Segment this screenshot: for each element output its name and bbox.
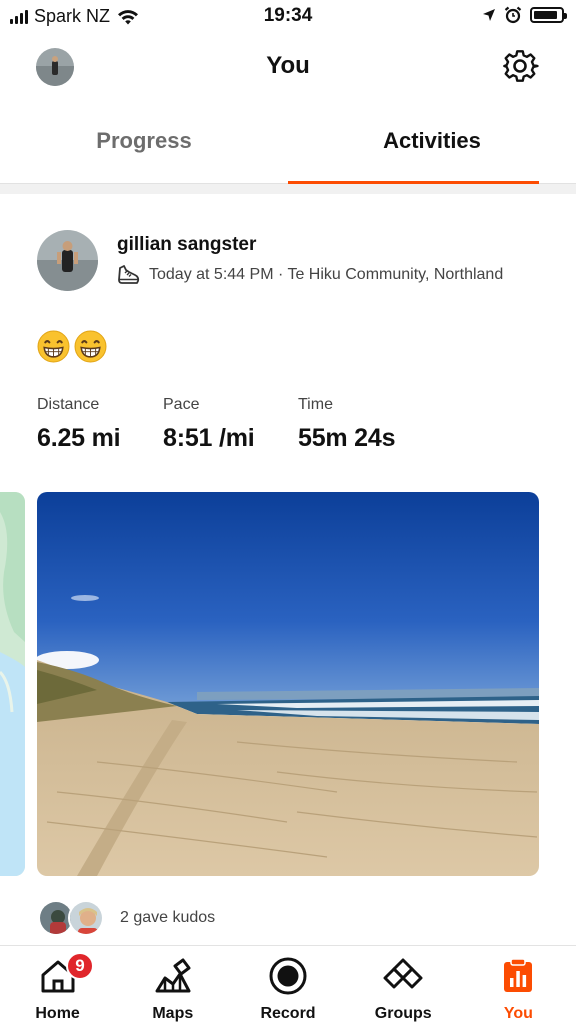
kudos-row[interactable]: 2 gave kudos [38, 900, 215, 936]
nav-home[interactable]: 9 Home [0, 946, 115, 1024]
stat-distance: Distance 6.25 mi [37, 396, 125, 453]
stat-label: Time [298, 396, 333, 413]
settings-button[interactable] [500, 46, 540, 86]
map-icon [155, 958, 191, 993]
tab-progress[interactable]: Progress [0, 108, 288, 183]
activity-description: 😁😁 [37, 330, 107, 363]
nav-home-label: Home [35, 1005, 80, 1022]
bottom-navigation: 9 Home Maps Record Groups You [0, 945, 576, 1024]
nav-groups-label: Groups [374, 1005, 432, 1022]
activity-meta-text: Today at 5:44 PM · Te Hiku Community, No… [149, 266, 504, 283]
stat-time: Time 55m 24s [298, 396, 395, 453]
kudos-count: 2 gave kudos [120, 909, 216, 926]
activity-meta: Today at 5:44 PM · Te Hiku Community, No… [117, 264, 503, 286]
status-right [482, 6, 567, 24]
stat-value: 55m 24s [298, 424, 396, 452]
record-icon [269, 957, 307, 995]
stat-value: 6.25 mi [37, 424, 121, 452]
battery-fill [534, 11, 558, 19]
athlete-avatar[interactable] [37, 230, 98, 291]
activity-map-thumbnail[interactable] [0, 492, 25, 876]
activity-stats: Distance 6.25 mi Pace 8:51 /mi Time 55m … [37, 396, 433, 453]
alarm-icon [504, 6, 522, 24]
tab-activities[interactable]: Activities [288, 108, 576, 184]
nav-groups[interactable]: Groups [346, 946, 461, 1024]
tab-activities-label: Activities [383, 128, 481, 153]
stat-pace: Pace 8:51 /mi [163, 396, 260, 453]
section-divider [0, 184, 576, 194]
groups-icon [383, 958, 423, 989]
nav-you-label: You [503, 1005, 533, 1022]
nav-maps-label: Maps [152, 1005, 194, 1022]
you-icon [504, 958, 533, 992]
nav-maps[interactable]: Maps [115, 946, 230, 1024]
stat-label: Pace [163, 396, 200, 413]
athlete-name[interactable]: gillian sangster [117, 234, 256, 256]
grinning-face-icon [37, 330, 70, 363]
stat-value: 8:51 /mi [163, 424, 255, 452]
nav-record[interactable]: Record [230, 946, 345, 1024]
shoe-icon [118, 265, 140, 284]
nav-you[interactable]: You [461, 946, 576, 1024]
status-bar: Spark NZ 19:34 [0, 0, 576, 36]
tab-progress-label: Progress [96, 128, 192, 153]
location-arrow-icon [483, 9, 495, 21]
notification-badge: 9 [66, 952, 94, 980]
page-title: You [266, 52, 310, 79]
activity-photo[interactable] [37, 492, 539, 876]
stat-label: Distance [37, 396, 100, 413]
battery-icon [530, 7, 567, 23]
grinning-face-icon [74, 330, 107, 363]
tab-bar: Progress Activities [0, 108, 576, 184]
gear-icon [503, 50, 539, 82]
nav-record-label: Record [260, 1005, 316, 1022]
kudos-avatar [68, 900, 104, 936]
app-header: You [0, 40, 576, 96]
